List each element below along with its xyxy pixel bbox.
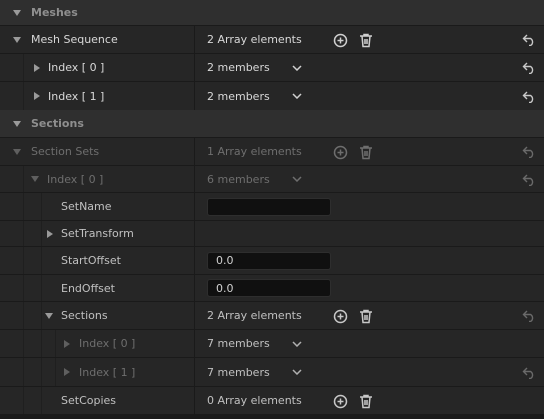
property-label: Index [ 1 ] xyxy=(48,89,105,103)
reset-to-default-button[interactable] xyxy=(521,60,537,76)
chevron-down-icon xyxy=(292,176,302,182)
set-name-field-wrap xyxy=(207,193,331,220)
property-label: Index [ 0 ] xyxy=(48,61,105,74)
chevron-down-icon xyxy=(292,369,302,375)
category-meshes[interactable]: Meshes xyxy=(0,0,544,25)
members-value: 7 members xyxy=(207,337,270,350)
end-offset-input[interactable]: 0.0 xyxy=(207,279,331,297)
category-sections[interactable]: Sections xyxy=(0,110,544,137)
expand-arrow-icon[interactable] xyxy=(34,92,40,100)
property-label: Index [ 1 ] xyxy=(79,365,136,379)
category-title: Meshes xyxy=(31,6,78,19)
property-set-transform: SetTransform xyxy=(0,220,544,246)
add-element-button[interactable] xyxy=(331,307,349,325)
sections-item: Index [ 0 ] 7 members xyxy=(0,329,544,357)
reset-to-default-icon xyxy=(522,62,534,74)
mesh-sequence-item: Index [ 0 ] 2 members xyxy=(0,53,544,81)
details-panel: Meshes Mesh Sequence 2 Array elements In… xyxy=(0,0,544,419)
expand-arrow-icon[interactable] xyxy=(31,176,39,182)
property-set-name: SetName xyxy=(0,192,544,220)
reset-to-default-icon xyxy=(522,146,534,158)
expand-arrow-icon[interactable] xyxy=(64,368,70,376)
property-label: Index [ 0 ] xyxy=(47,172,104,186)
chevron-down-icon xyxy=(292,93,302,99)
property-section-sets: Section Sets 1 Array elements xyxy=(0,137,544,165)
reset-to-default-icon xyxy=(522,310,534,322)
property-sections: Sections 2 Array elements xyxy=(0,301,544,329)
start-offset-input[interactable]: 0.0 xyxy=(207,251,331,270)
end-offset-field-wrap: 0.0 xyxy=(207,275,331,301)
property-label: SetTransform xyxy=(61,227,134,240)
property-label: EndOffset xyxy=(61,281,115,295)
delete-all-icon xyxy=(360,145,372,159)
members-combo[interactable]: 2 members xyxy=(207,54,302,81)
delete-all-icon xyxy=(360,309,372,323)
expand-arrow-icon[interactable] xyxy=(47,229,53,238)
delete-all-button[interactable] xyxy=(357,143,375,161)
array-count: 0 Array elements xyxy=(207,394,302,407)
reset-to-default-icon xyxy=(522,174,534,186)
expand-arrow-icon[interactable] xyxy=(13,36,21,43)
reset-to-default-icon xyxy=(522,34,534,46)
start-offset-field-wrap: 0.0 xyxy=(207,247,331,274)
reset-to-default-button[interactable] xyxy=(521,308,537,324)
delete-all-button[interactable] xyxy=(357,307,375,325)
add-element-icon xyxy=(333,394,347,408)
add-element-button[interactable] xyxy=(331,31,349,49)
expand-arrow-icon[interactable] xyxy=(64,339,70,348)
members-value: 7 members xyxy=(207,365,270,379)
property-label: SetCopies xyxy=(61,394,117,407)
expand-arrow-icon[interactable] xyxy=(13,148,21,155)
reset-to-default-button[interactable] xyxy=(521,89,537,105)
members-value: 2 members xyxy=(207,89,270,103)
property-mesh-sequence: Mesh Sequence 2 Array elements xyxy=(0,25,544,53)
expand-arrow-icon[interactable] xyxy=(13,120,21,127)
chevron-down-icon xyxy=(292,64,302,71)
add-element-icon xyxy=(333,33,347,47)
members-value: 2 members xyxy=(207,61,270,74)
add-element-button[interactable] xyxy=(331,392,349,410)
reset-to-default-icon xyxy=(522,367,534,379)
category-title: Sections xyxy=(31,117,84,130)
property-label: Section Sets xyxy=(31,145,100,158)
members-combo[interactable]: 6 members xyxy=(207,166,302,192)
delete-all-button[interactable] xyxy=(357,392,375,410)
add-element-icon xyxy=(333,309,347,323)
add-element-icon xyxy=(333,145,347,159)
array-count: 2 Array elements xyxy=(207,33,302,46)
property-label: Mesh Sequence xyxy=(31,33,118,46)
expand-arrow-icon[interactable] xyxy=(45,312,53,319)
property-set-copies: SetCopies 0 Array elements xyxy=(0,386,544,414)
array-count: 2 Array elements xyxy=(207,309,302,322)
sections-item: Index [ 1 ] 7 members xyxy=(0,357,544,386)
mesh-sequence-item: Index [ 1 ] 2 members xyxy=(0,81,544,110)
section-set-item: Index [ 0 ] 6 members xyxy=(0,165,544,192)
reset-to-default-icon xyxy=(522,91,534,103)
expand-arrow-icon[interactable] xyxy=(34,63,40,72)
members-value: 6 members xyxy=(207,172,270,186)
members-combo[interactable]: 2 members xyxy=(207,82,302,110)
property-label: Sections xyxy=(61,309,108,322)
property-label: SetName xyxy=(61,200,112,213)
members-combo[interactable]: 7 members xyxy=(207,330,302,357)
reset-to-default-button[interactable] xyxy=(521,172,537,188)
array-count: 1 Array elements xyxy=(207,145,302,158)
reset-to-default-button[interactable] xyxy=(521,144,537,160)
property-start-offset: StartOffset 0.0 xyxy=(0,246,544,274)
reset-to-default-button[interactable] xyxy=(521,32,537,48)
reset-to-default-button[interactable] xyxy=(521,365,537,381)
expand-arrow-icon[interactable] xyxy=(13,9,21,16)
add-element-button[interactable] xyxy=(331,143,349,161)
delete-all-icon xyxy=(360,394,372,408)
members-combo[interactable]: 7 members xyxy=(207,358,302,386)
chevron-down-icon xyxy=(292,340,302,347)
property-label: StartOffset xyxy=(61,254,121,267)
delete-all-icon xyxy=(360,33,372,47)
delete-all-button[interactable] xyxy=(357,31,375,49)
set-name-input[interactable] xyxy=(207,197,331,216)
property-end-offset: EndOffset 0.0 xyxy=(0,274,544,301)
property-label: Index [ 0 ] xyxy=(79,337,136,350)
